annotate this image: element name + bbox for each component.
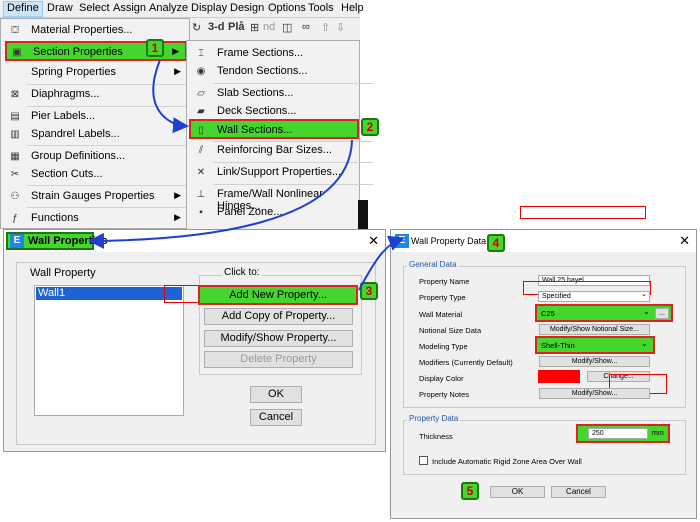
- arrow-1-to-2: [152, 59, 189, 134]
- arrow-3-to-4: [358, 235, 405, 291]
- arrow-2-to-dialog: [88, 139, 353, 249]
- flow-arrows: [88, 59, 405, 291]
